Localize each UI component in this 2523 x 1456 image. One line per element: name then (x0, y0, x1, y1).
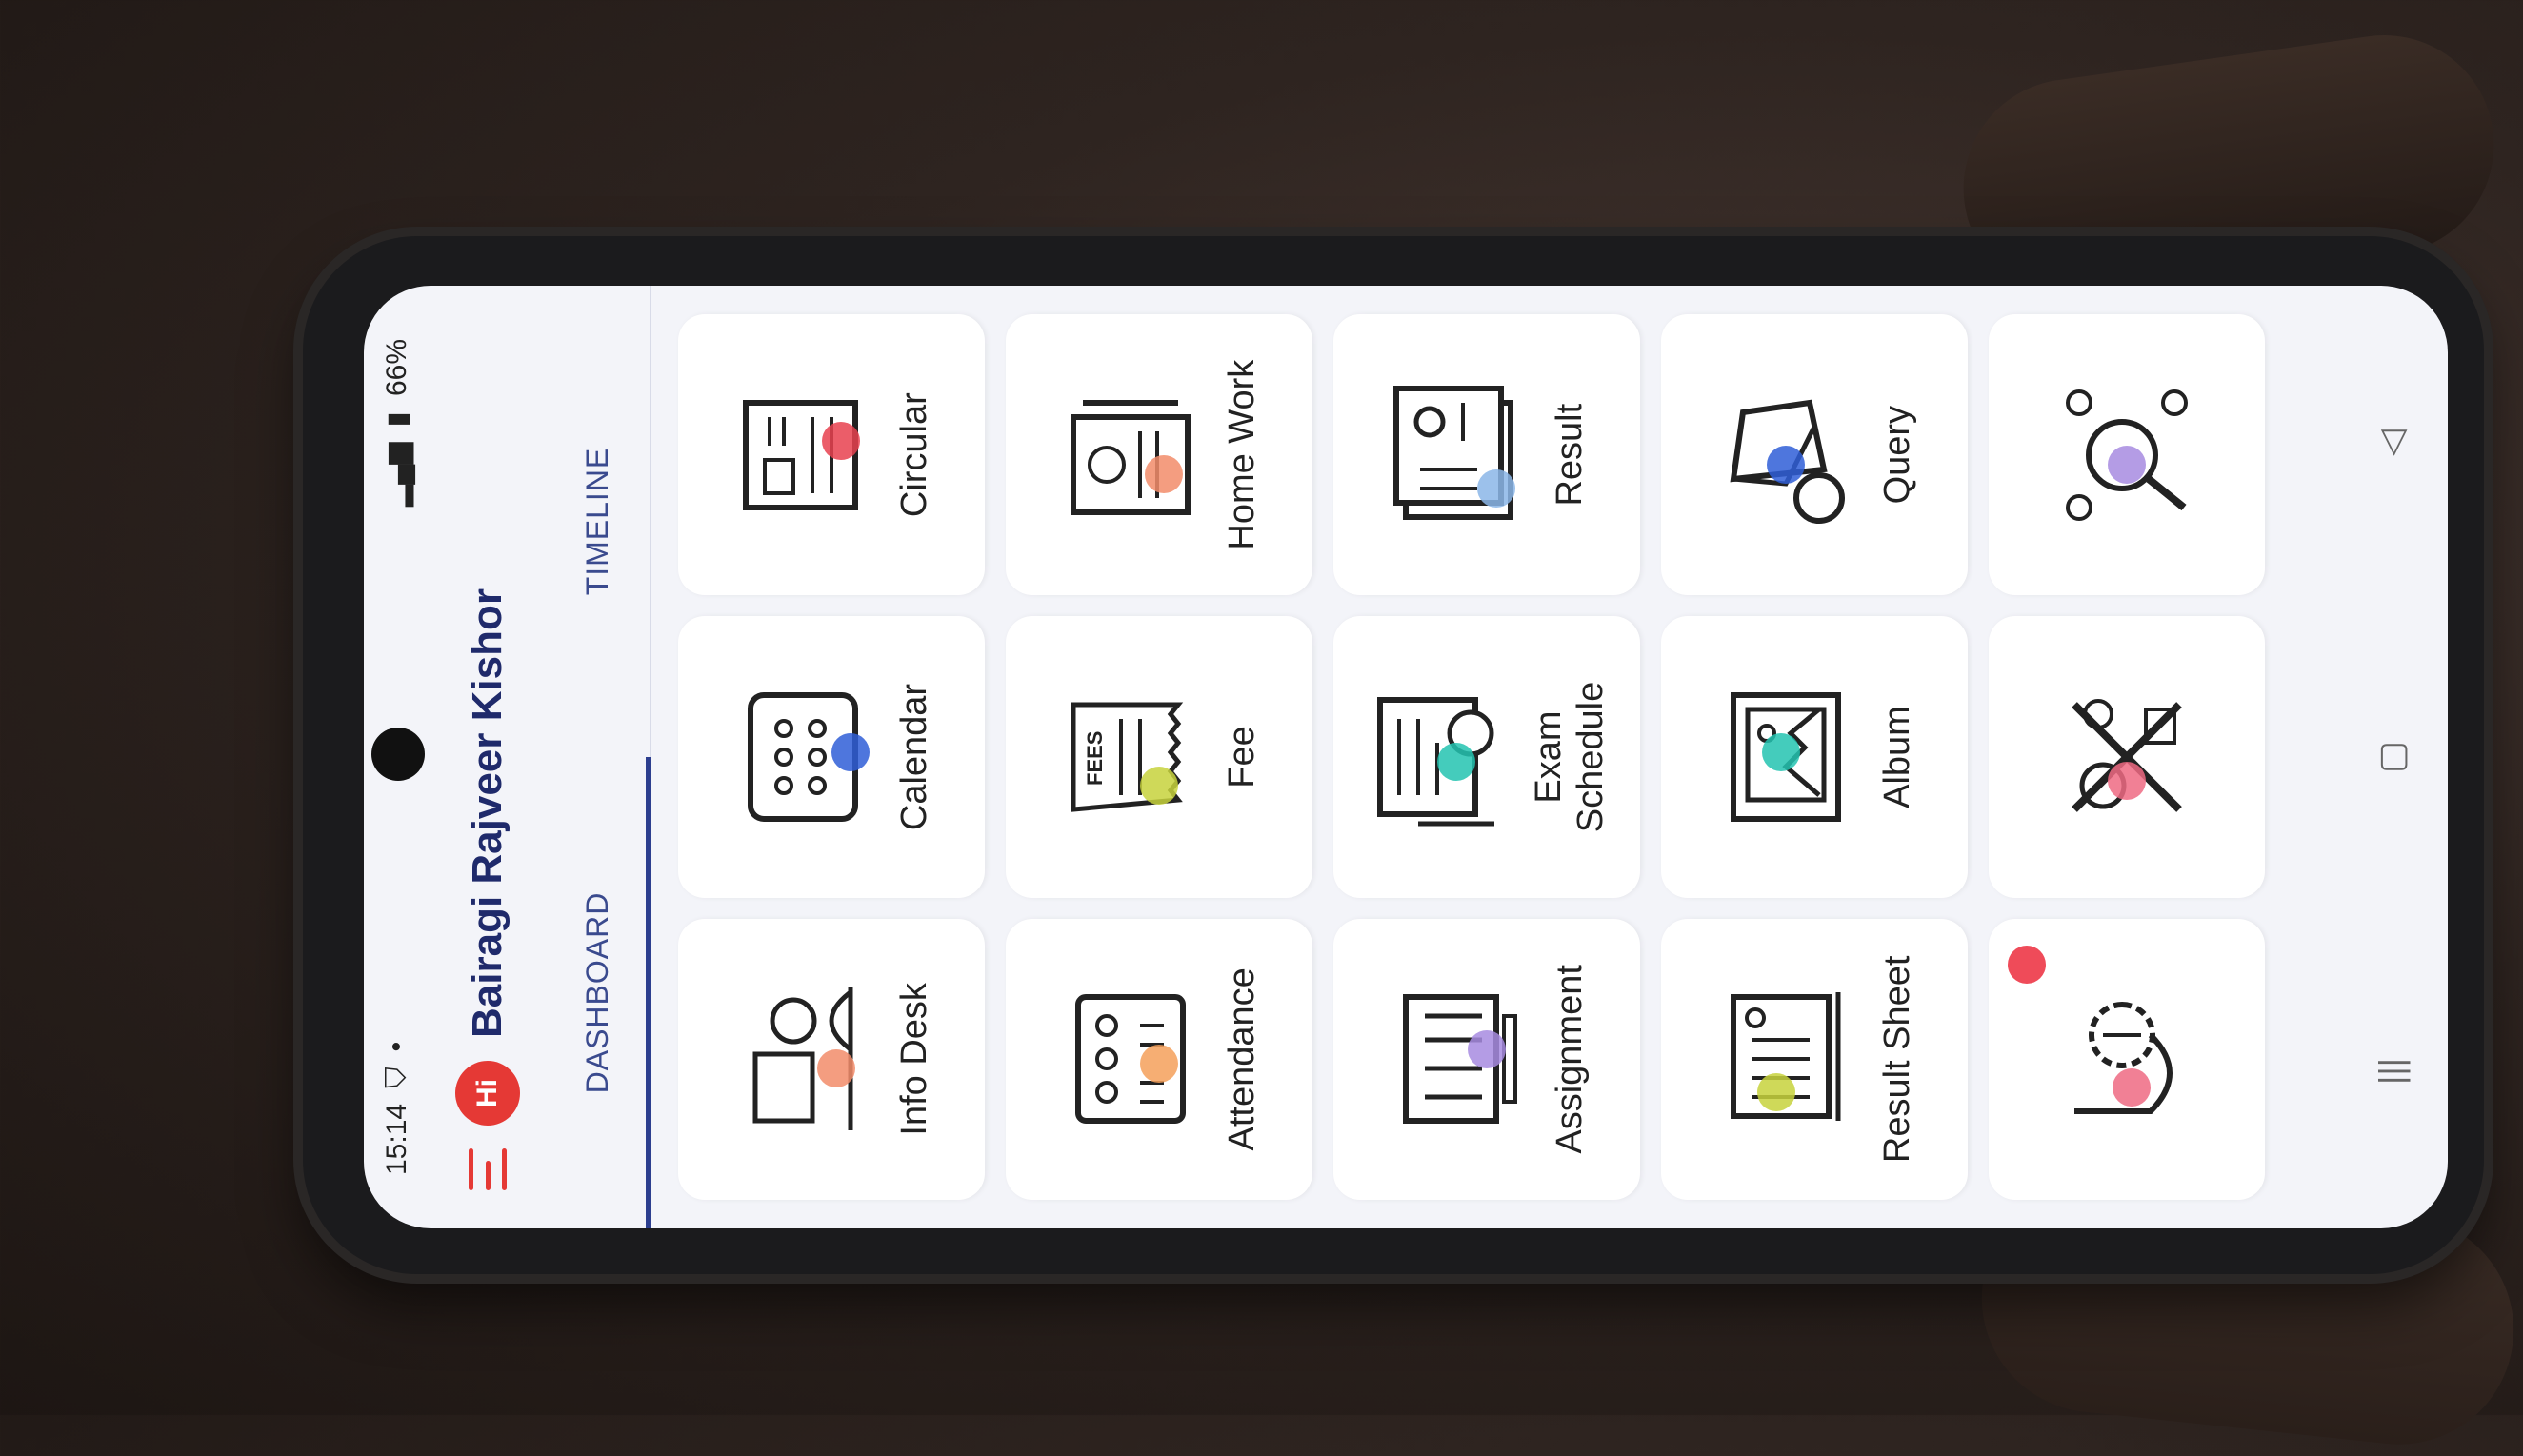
battery-level: 66% (381, 339, 412, 397)
tile-label: Exam Schedule (1529, 681, 1611, 833)
activities-icon (2055, 676, 2198, 838)
notification-badge (2008, 945, 2046, 984)
tile-label: Assignment (1550, 965, 1591, 1154)
menu-icon[interactable] (469, 1148, 507, 1190)
dashboard-grid: Info Desk Calendar Circular Attendance FEES F… (678, 314, 2265, 1200)
home-icon[interactable]: ▢ (2370, 728, 2413, 786)
tile-teacher-profile[interactable] (1989, 918, 2265, 1200)
tile-exam-schedule[interactable]: Exam Schedule (1333, 616, 1640, 898)
accent-dot (1140, 767, 1179, 806)
calendar-icon (727, 676, 871, 838)
tile-fees[interactable]: FEES Fee (1006, 616, 1312, 898)
tile-label: Fee (1222, 726, 1263, 788)
tile-network-search[interactable] (1989, 314, 2265, 596)
tile-label: Home Work (1222, 359, 1263, 550)
notification-icon: ⛉ (381, 1067, 412, 1088)
tab-bar: DASHBOARD TIMELINE (545, 286, 651, 1228)
attendance-icon (1054, 978, 1197, 1140)
user-name: Bairagi Rajveer Kishor (464, 588, 511, 1038)
result-icon (1382, 374, 1525, 536)
tile-query[interactable]: Query (1661, 314, 1968, 596)
accent-dot (1477, 469, 1516, 508)
circular-icon (727, 374, 870, 536)
system-nav-bar: ||| ▢ ◁ (2335, 286, 2448, 1228)
tile-label: Result (1550, 403, 1591, 507)
teacher-profile-icon (2055, 978, 2198, 1140)
signal-icon: ▂▄▆ (381, 442, 413, 507)
tile-info-desk[interactable]: Info Desk (678, 918, 985, 1200)
tab-dashboard[interactable]: DASHBOARD (545, 757, 650, 1228)
tile-calendar[interactable]: Calendar (678, 616, 985, 898)
tile-label: Circular (894, 392, 935, 518)
tile-result[interactable]: Result (1333, 314, 1640, 596)
tile-album[interactable]: Album (1661, 616, 1968, 898)
network-search-icon (2055, 374, 2198, 536)
tile-label: Attendance (1222, 967, 1263, 1151)
accent-dot (1762, 733, 1801, 772)
tile-result-sheet[interactable]: Result Sheet (1661, 918, 1968, 1200)
recent-apps-icon[interactable]: ||| (2370, 1043, 2413, 1100)
accent-dot (2108, 762, 2146, 801)
accent-dot (1767, 445, 1806, 484)
svg-text:FEES: FEES (1083, 731, 1107, 786)
accent-dot (822, 421, 861, 460)
battery-icon: ▮ (381, 411, 413, 428)
app-ui: 15:14 ⛉ • ▂▄▆ ▮ 66% Hi Bairagi Rajveer K… (364, 286, 2448, 1228)
tile-assignment[interactable]: Assignment (1333, 918, 1640, 1200)
tile-circular[interactable]: Circular (678, 314, 985, 596)
phone-screen: 15:14 ⛉ • ▂▄▆ ▮ 66% Hi Bairagi Rajveer K… (364, 286, 2448, 1228)
tile-label: Query (1877, 405, 1918, 505)
accent-dot (2108, 445, 2146, 484)
tile-activities[interactable] (1989, 616, 2265, 898)
dot-icon: • (381, 1041, 412, 1052)
tile-label: Album (1877, 706, 1918, 808)
result-sheet-icon (1710, 978, 1852, 1140)
homework-icon (1054, 374, 1197, 536)
album-icon (1710, 676, 1852, 838)
assignment-icon (1382, 978, 1525, 1140)
info-desk-icon (727, 978, 870, 1140)
tile-homework[interactable]: Home Work (1006, 314, 1312, 596)
tile-label: Info Desk (894, 983, 935, 1136)
tile-attendance[interactable]: Attendance (1006, 918, 1312, 1200)
fees-icon: FEES (1054, 676, 1197, 838)
status-time: 15:14 (381, 1103, 412, 1175)
accent-dot (831, 733, 871, 772)
query-icon (1710, 374, 1852, 536)
front-camera (371, 728, 425, 781)
back-icon[interactable]: ◁ (2370, 414, 2413, 471)
avatar[interactable]: Hi (455, 1061, 520, 1126)
accent-dot (1145, 454, 1184, 493)
exam-schedule-icon (1361, 676, 1504, 838)
tile-label: Result Sheet (1877, 955, 1918, 1164)
tab-timeline[interactable]: TIMELINE (545, 286, 650, 757)
tile-label: Calendar (894, 683, 935, 831)
app-header: Hi Bairagi Rajveer Kishor (431, 286, 545, 1228)
